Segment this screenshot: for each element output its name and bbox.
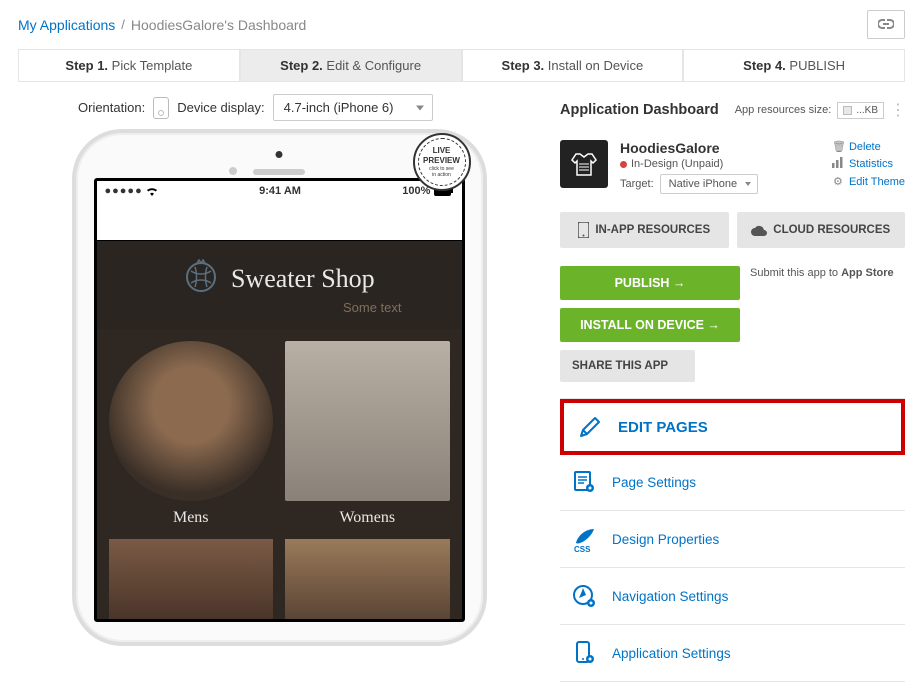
nav-bar-blank	[97, 201, 462, 241]
navigation-settings-item[interactable]: Navigation Settings	[560, 568, 905, 625]
design-properties-item[interactable]: CSS Design Properties	[560, 511, 905, 568]
category-womens-image	[285, 341, 450, 501]
page-gear-icon	[570, 468, 598, 496]
phone-speaker-icon	[253, 169, 305, 175]
category-extra-2-image[interactable]	[285, 539, 450, 619]
edit-theme-link[interactable]: ⚙Edit Theme	[832, 175, 905, 188]
cloud-resources-button[interactable]: CLOUD RESOURCES	[737, 212, 906, 248]
shop-subtitle: Some text	[97, 300, 462, 315]
status-dot-icon	[620, 161, 627, 168]
orientation-label: Orientation:	[78, 100, 145, 115]
resources-size-value[interactable]: ...KB	[837, 102, 884, 119]
settings-list: EDIT PAGES Page Settings CSS Design Prop…	[560, 398, 905, 682]
resources-size-icon	[843, 106, 852, 115]
stats-icon	[832, 157, 844, 171]
wifi-icon	[146, 187, 158, 196]
phone-screen: ●●●●● 9:41 AM 100% Sweater Shop Some tex…	[94, 178, 465, 622]
step-3[interactable]: Step 3. Install on Device	[462, 49, 684, 82]
breadcrumb-root-link[interactable]: My Applications	[18, 17, 115, 33]
shop-title: Sweater Shop	[231, 264, 375, 294]
category-mens-label: Mens	[109, 509, 274, 527]
submit-hint: Submit this app to App Store	[750, 266, 894, 281]
app-name: HoodiesGalore	[620, 140, 820, 156]
delete-link[interactable]: 🗑Delete	[832, 140, 905, 153]
svg-text:CSS: CSS	[574, 545, 591, 553]
step-2[interactable]: Step 2. Edit & Configure	[240, 49, 462, 82]
target-select[interactable]: Native iPhone	[660, 174, 759, 194]
phone-icon	[578, 222, 589, 238]
live-preview-badge[interactable]: LIVEPREVIEW click to seein action	[413, 133, 471, 191]
gear-icon: ⚙	[832, 175, 844, 188]
page-settings-item[interactable]: Page Settings	[560, 454, 905, 511]
orientation-portrait-icon[interactable]	[153, 97, 169, 119]
yarn-logo-icon	[183, 259, 219, 298]
edit-pages-item[interactable]: EDIT PAGES	[560, 399, 905, 455]
device-display-select[interactable]: 4.7-inch (iPhone 6)	[273, 94, 433, 121]
phone-frame: LIVEPREVIEW click to seein action ●●●●● …	[72, 129, 487, 646]
breadcrumb: My Applications / HoodiesGalore's Dashbo…	[0, 0, 923, 49]
application-settings-item[interactable]: Application Settings	[560, 625, 905, 682]
resources-size-label: App resources size:	[735, 104, 832, 116]
statistics-link[interactable]: Statistics	[832, 157, 905, 171]
inapp-resources-button[interactable]: IN-APP RESOURCES	[560, 212, 729, 248]
category-womens[interactable]: Womens	[285, 341, 450, 527]
wizard-steps: Step 1. Pick Template Step 2. Edit & Con…	[18, 49, 905, 82]
app-status: In-Design (Unpaid)	[631, 158, 723, 170]
step-1[interactable]: Step 1. Pick Template	[18, 49, 240, 82]
install-device-button[interactable]: INSTALL ON DEVICE →	[560, 308, 740, 342]
trash-icon: 🗑	[832, 140, 844, 153]
shop-hero: Sweater Shop Some text	[97, 241, 462, 329]
phone-camera-icon	[276, 151, 283, 158]
phone-gear-icon	[570, 639, 598, 667]
phone-sensor-icon	[229, 167, 237, 175]
share-link-button[interactable]	[867, 10, 905, 39]
dashboard-title: Application Dashboard	[560, 102, 719, 118]
kebab-menu-icon[interactable]: ⋮	[890, 100, 905, 120]
status-time: 9:41 AM	[259, 185, 301, 197]
pencil-icon	[576, 413, 604, 441]
category-mens-image	[109, 341, 274, 501]
brush-css-icon: CSS	[570, 525, 598, 553]
device-display-label: Device display:	[177, 100, 264, 115]
breadcrumb-separator: /	[121, 17, 125, 32]
status-bar: ●●●●● 9:41 AM 100%	[97, 181, 462, 201]
step-4[interactable]: Step 4. PUBLISH	[683, 49, 905, 82]
breadcrumb-current: HoodiesGalore's Dashboard	[131, 17, 306, 33]
target-label: Target:	[620, 178, 654, 190]
app-thumbnail	[560, 140, 608, 188]
publish-button[interactable]: PUBLISH →	[560, 266, 740, 300]
signal-icon: ●●●●●	[105, 185, 143, 197]
link-icon	[878, 19, 894, 29]
category-mens[interactable]: Mens	[109, 341, 274, 527]
category-womens-label: Womens	[285, 509, 450, 527]
sweater-icon	[566, 146, 602, 182]
share-app-button[interactable]: SHARE THIS APP	[560, 350, 695, 382]
compass-gear-icon	[570, 582, 598, 610]
cloud-icon	[751, 225, 767, 236]
category-extra-1-image[interactable]	[109, 539, 274, 619]
